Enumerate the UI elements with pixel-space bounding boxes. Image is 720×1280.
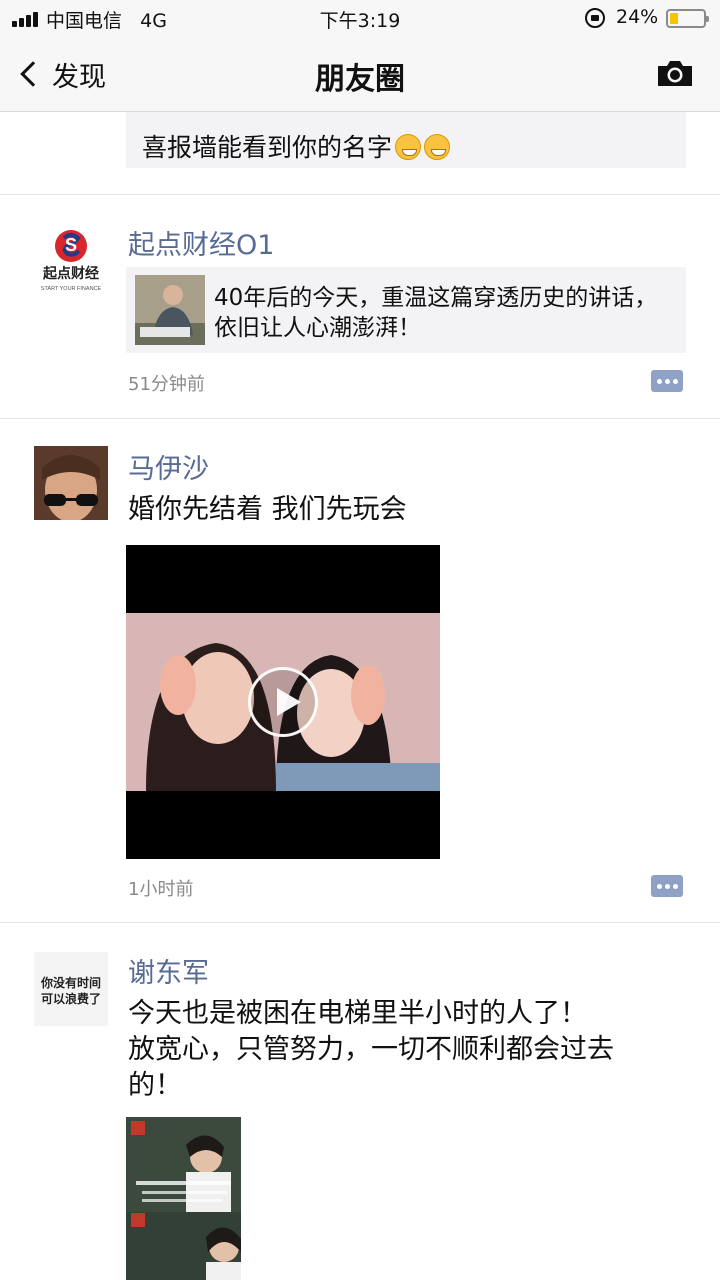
play-icon[interactable]: [248, 667, 318, 737]
post-timestamp: 1小时前: [128, 879, 194, 900]
post-author-name[interactable]: 谢东军: [128, 951, 209, 990]
avatar-ma-yisha[interactable]: [34, 446, 108, 520]
shared-link-thumbnail: [135, 275, 205, 345]
avatar-text-line1: 你没有时间: [40, 975, 101, 990]
post-timestamp: 51分钟前: [128, 374, 205, 395]
battery-fill: [670, 13, 678, 24]
post-divider: [0, 922, 720, 923]
status-time: 下午3:19: [319, 10, 401, 32]
top-bar: 中国电信 4G 下午3:19 24% 发现 朋友圈: [0, 0, 720, 112]
moments-feed: 喜报墙能看到你的名字 S 起点财经 START YOUR FINANCE 起点财…: [0, 0, 720, 1280]
orientation-lock-icon: [585, 8, 605, 28]
avatar-qidian-caijing[interactable]: S 起点财经 START YOUR FINANCE: [34, 224, 108, 298]
avatar-logo-subtext: START YOUR FINANCE: [41, 286, 102, 292]
post-text-line: 放宽心，只管努力，一切不顺利都会过去: [128, 1034, 614, 1065]
avatar-text-line2: 可以浪费了: [41, 991, 101, 1006]
page-title: 朋友圈: [315, 62, 405, 97]
post-image[interactable]: [126, 1117, 241, 1280]
shared-link-title: 40年后的今天，重温这篇穿透历史的讲话，依旧让人心潮澎湃！: [214, 285, 658, 341]
post-author-name[interactable]: 马伊沙: [128, 447, 209, 486]
post-text: 婚你先结着 我们先玩会: [128, 494, 407, 525]
battery-percent: 24%: [616, 6, 659, 28]
avatar-xie-dongjun[interactable]: 你没有时间 可以浪费了: [34, 952, 108, 1026]
post-video[interactable]: [126, 545, 440, 859]
post-text-line: 的！: [128, 1070, 182, 1101]
post-text-line: 今天也是被困在电梯里半小时的人了！: [128, 998, 587, 1029]
camera-icon[interactable]: [656, 58, 694, 88]
avatar-logo-text: 起点财经: [42, 265, 99, 282]
grinning-face-emoji-icon: [395, 134, 422, 160]
post-divider: [0, 194, 720, 195]
grinning-face-emoji-icon: [424, 134, 451, 160]
comment-more-icon[interactable]: [651, 370, 683, 392]
battery-icon: [666, 9, 709, 28]
post-divider: [0, 418, 720, 419]
status-bar: 中国电信 4G 下午3:19 24%: [0, 0, 720, 38]
post-author-name[interactable]: 起点财经O1: [128, 223, 274, 262]
comment-more-icon[interactable]: [651, 875, 683, 897]
avatar-logo-letter: S: [65, 235, 77, 255]
previous-post-text: 喜报墙能看到你的名字: [142, 128, 451, 164]
